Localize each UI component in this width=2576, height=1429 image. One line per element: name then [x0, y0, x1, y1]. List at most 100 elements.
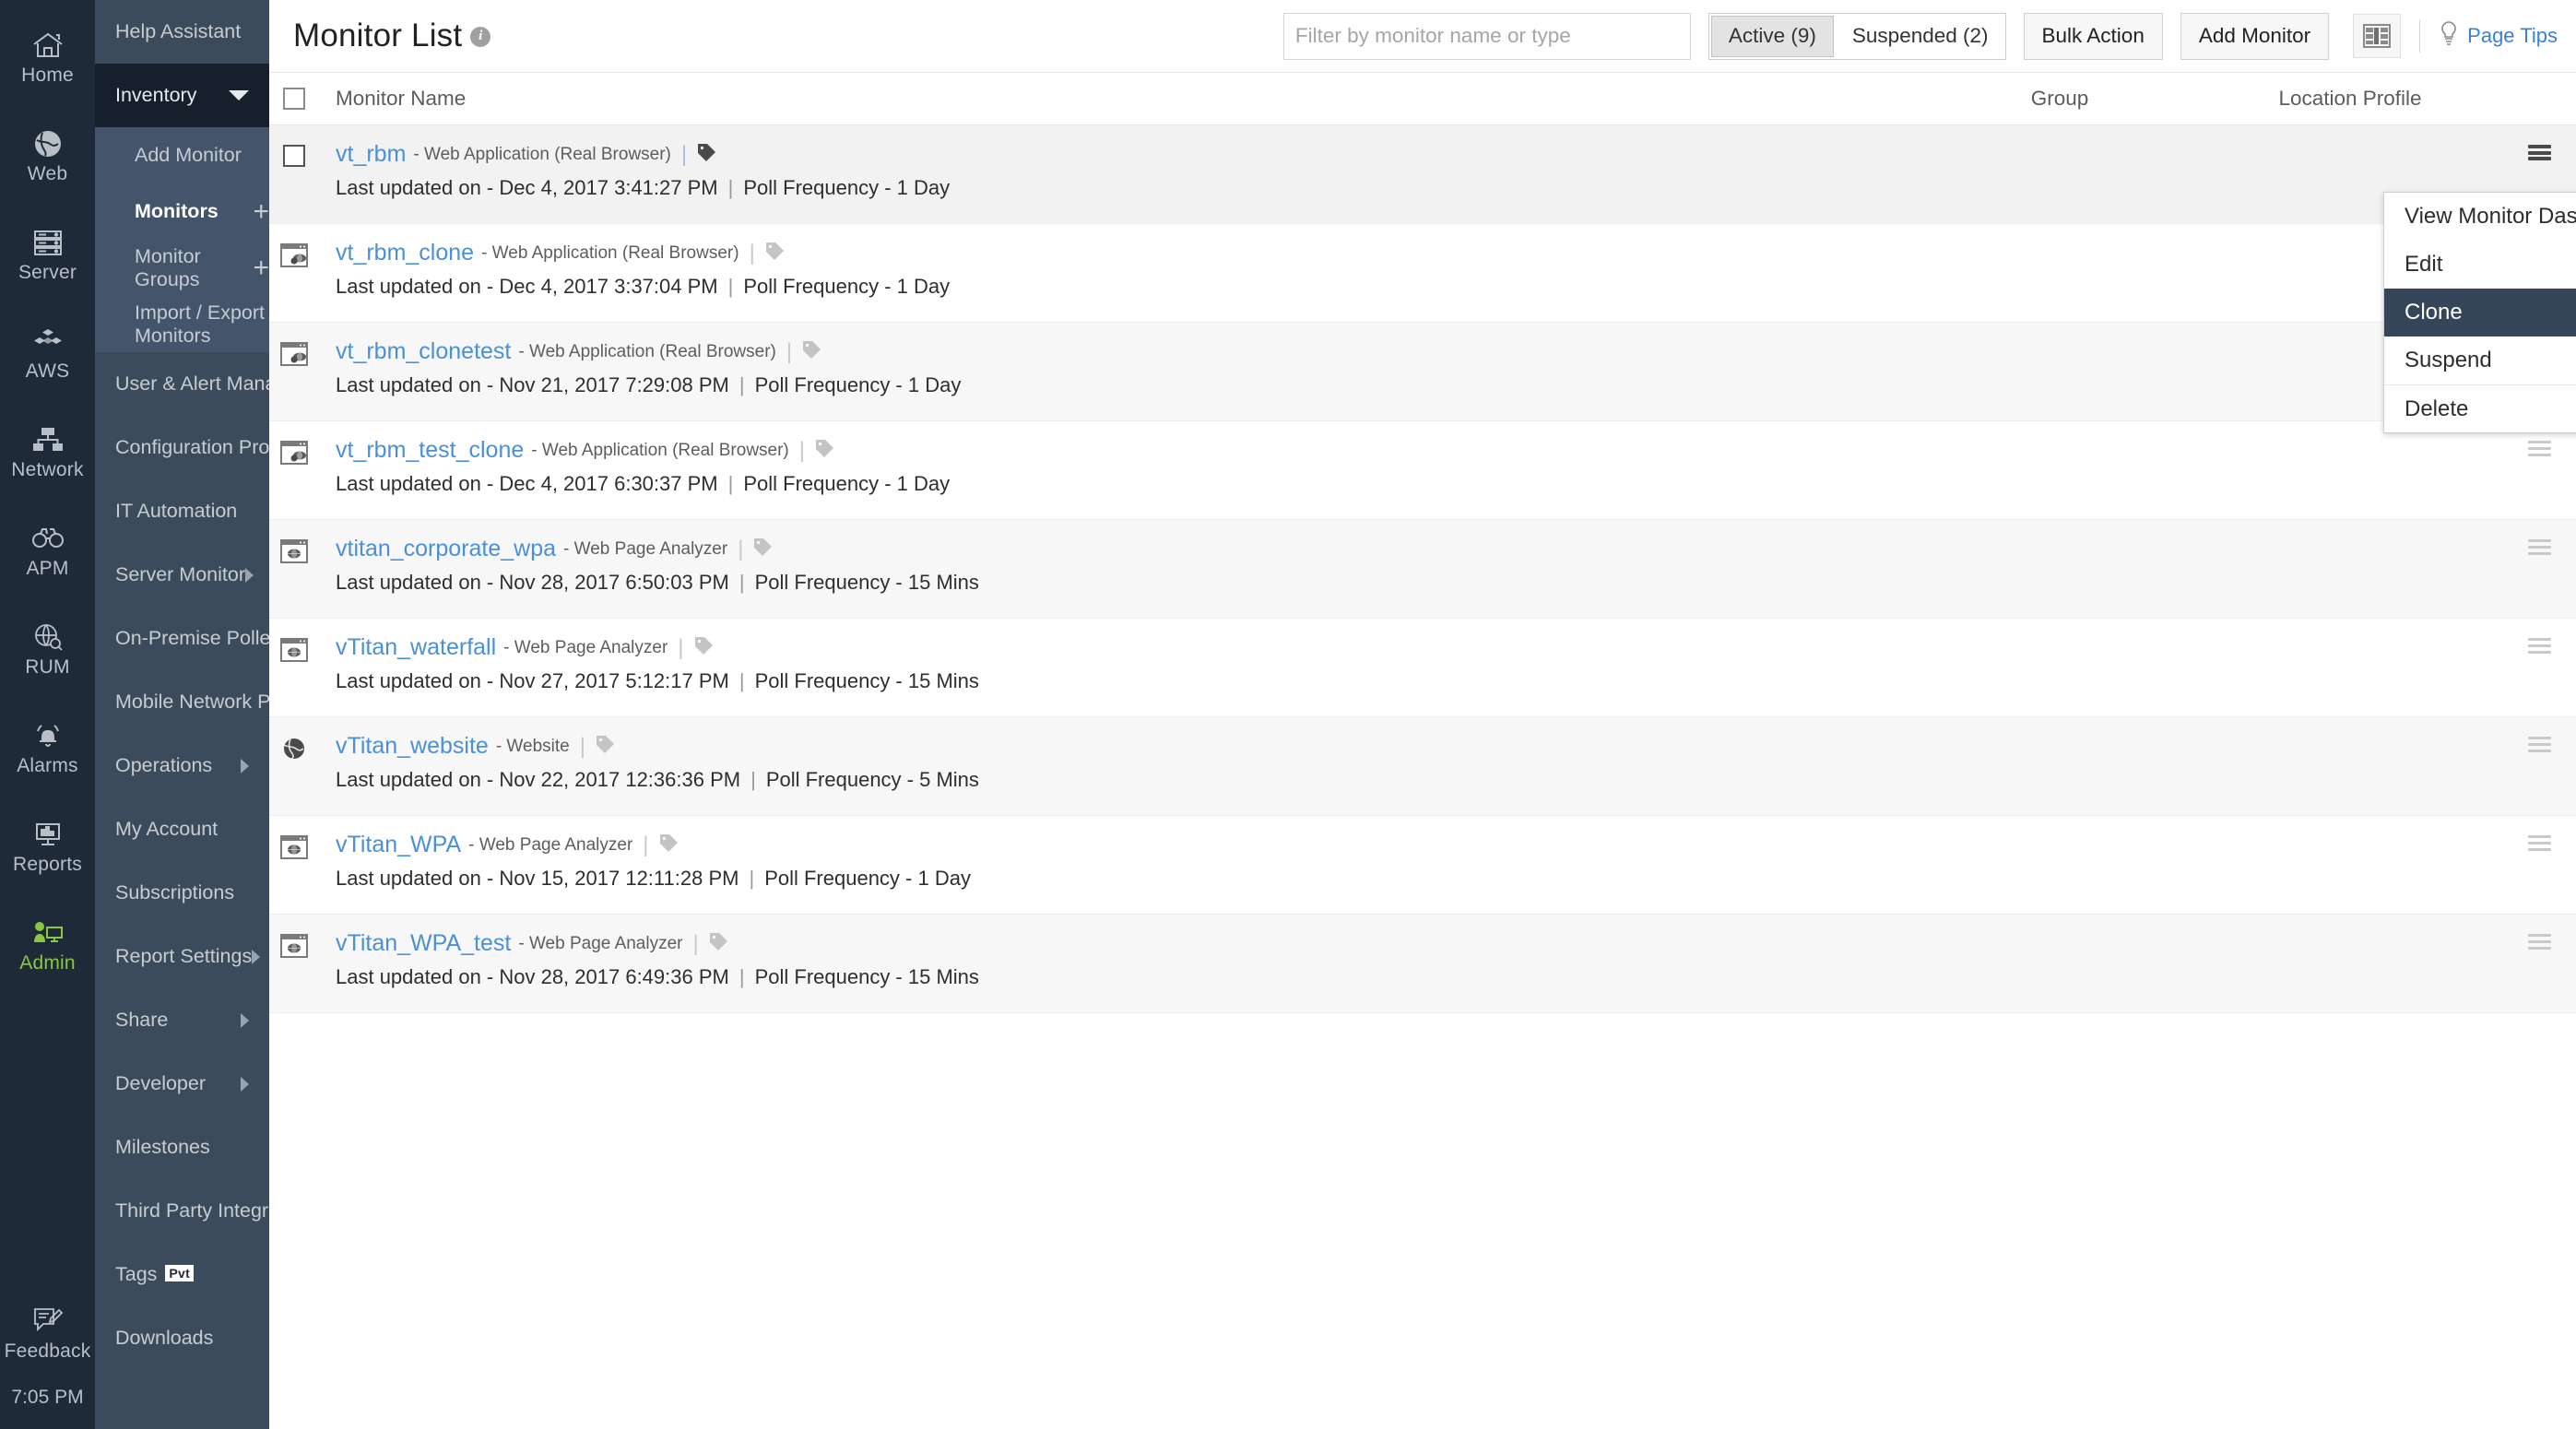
- tag-icon[interactable]: [697, 143, 716, 167]
- tab-suspended[interactable]: Suspended (2): [1836, 14, 2005, 59]
- column-header-group[interactable]: Group: [1921, 87, 2198, 111]
- table-row[interactable]: vt_rbm_clonetest- Web Application (Real …: [269, 323, 2576, 421]
- row-checkbox[interactable]: [269, 437, 318, 465]
- sidebar-item-subscriptions[interactable]: Subscriptions: [95, 861, 269, 925]
- sidebar-item-on-premise-poller[interactable]: On-Premise Poller: [95, 607, 269, 670]
- hamburger-icon[interactable]: [2528, 539, 2551, 555]
- sidebar-item-my-account[interactable]: My Account: [95, 797, 269, 861]
- feedback-button[interactable]: Feedback: [0, 1305, 95, 1387]
- row-actions-menu-button[interactable]: [2502, 634, 2576, 654]
- rail-item-rum[interactable]: RUM: [0, 599, 95, 698]
- hamburger-icon[interactable]: [2528, 835, 2551, 851]
- grid-view-icon[interactable]: [2353, 14, 2401, 58]
- rail-item-aws[interactable]: AWS: [0, 303, 95, 402]
- tag-icon[interactable]: [596, 735, 615, 759]
- rail-item-alarms[interactable]: Alarms: [0, 698, 95, 797]
- page-tips-button[interactable]: Page Tips: [2439, 20, 2558, 52]
- monitor-name-link[interactable]: vTitan_website: [336, 733, 489, 760]
- sidebar-item-developer[interactable]: Developer: [95, 1052, 269, 1116]
- monitor-name-link[interactable]: vTitan_WPA: [336, 832, 461, 858]
- row-checkbox[interactable]: [269, 141, 318, 167]
- sidebar-subitem-import-export-monitors[interactable]: Import / Export Monitors: [95, 296, 269, 352]
- monitor-name-link[interactable]: vt_rbm_clonetest: [336, 338, 511, 365]
- table-row[interactable]: vtitan_corporate_wpa- Web Page Analyzer|…: [269, 520, 2576, 619]
- rail-item-admin[interactable]: Admin: [0, 895, 95, 994]
- tag-icon[interactable]: [694, 636, 714, 660]
- sidebar-item-it-automation[interactable]: IT Automation: [95, 479, 269, 543]
- hamburger-icon[interactable]: [2528, 737, 2551, 752]
- table-row[interactable]: vt_rbm- Web Application (Real Browser)|L…: [269, 125, 2576, 224]
- select-all-checkbox[interactable]: [269, 88, 318, 110]
- tag-icon[interactable]: [753, 537, 773, 561]
- checkbox-icon[interactable]: [283, 145, 305, 167]
- sidebar-item-inventory[interactable]: Inventory: [95, 64, 269, 127]
- column-header-location-profile[interactable]: Location Profile: [2198, 87, 2502, 111]
- bulk-action-button[interactable]: Bulk Action: [2024, 13, 2163, 60]
- row-actions-menu-button[interactable]: [2502, 536, 2576, 555]
- monitor-name-link[interactable]: vTitan_waterfall: [336, 634, 496, 661]
- sidebar-item-downloads[interactable]: Downloads: [95, 1306, 269, 1370]
- sidebar-item-mobile-network-poller[interactable]: Mobile Network Poller: [95, 670, 269, 734]
- row-actions-menu-button[interactable]: [2502, 141, 2576, 160]
- rail-item-reports[interactable]: Reports: [0, 797, 95, 895]
- table-row[interactable]: vt_rbm_clone- Web Application (Real Brow…: [269, 224, 2576, 323]
- context-menu-item-suspend[interactable]: Suspend: [2384, 337, 2576, 384]
- context-menu-item-clone[interactable]: Clone: [2384, 289, 2576, 337]
- monitor-name-link[interactable]: vtitan_corporate_wpa: [336, 536, 556, 562]
- row-checkbox[interactable]: [269, 338, 318, 366]
- sidebar-item-configuration-profiles[interactable]: Configuration Profiles: [95, 416, 269, 479]
- sidebar-item-milestones[interactable]: Milestones: [95, 1116, 269, 1179]
- row-checkbox[interactable]: [269, 240, 318, 267]
- sidebar-item-help-assistant[interactable]: Help Assistant: [95, 0, 269, 64]
- rail-item-server[interactable]: Server: [0, 205, 95, 303]
- column-header-monitor-name[interactable]: Monitor Name: [318, 87, 1921, 111]
- rail-item-apm[interactable]: APM: [0, 501, 95, 599]
- row-checkbox[interactable]: [269, 832, 318, 859]
- sidebar-item-operations[interactable]: Operations: [95, 734, 269, 797]
- row-actions-menu-button[interactable]: [2502, 437, 2576, 456]
- table-row[interactable]: vTitan_WPA_test- Web Page Analyzer|Last …: [269, 915, 2576, 1013]
- sidebar-subitem-monitor-groups[interactable]: Monitor Groups+: [95, 240, 269, 296]
- row-checkbox[interactable]: [269, 930, 318, 958]
- monitor-name-link[interactable]: vTitan_WPA_test: [336, 930, 511, 957]
- rail-item-network[interactable]: Network: [0, 402, 95, 501]
- sidebar-item-server-monitor[interactable]: Server Monitor: [95, 543, 269, 607]
- tab-active[interactable]: Active (9): [1711, 16, 1834, 57]
- search-input[interactable]: [1283, 13, 1691, 60]
- sidebar-subitem-add-monitor[interactable]: Add Monitor: [95, 127, 269, 183]
- table-row[interactable]: vt_rbm_test_clone- Web Application (Real…: [269, 421, 2576, 520]
- row-checkbox[interactable]: [269, 536, 318, 563]
- row-actions-menu-button[interactable]: [2502, 733, 2576, 752]
- hamburger-icon[interactable]: [2528, 638, 2551, 654]
- monitor-name-link[interactable]: vt_rbm_test_clone: [336, 437, 524, 464]
- monitor-name-link[interactable]: vt_rbm: [336, 141, 406, 168]
- table-row[interactable]: vTitan_waterfall- Web Page Analyzer|Last…: [269, 619, 2576, 717]
- sidebar-item-user-alert-management[interactable]: User & Alert Management: [95, 352, 269, 416]
- row-checkbox[interactable]: [269, 733, 318, 761]
- hamburger-icon[interactable]: [2528, 145, 2551, 160]
- add-monitor-button[interactable]: Add Monitor: [2180, 13, 2329, 60]
- context-menu-item-edit[interactable]: Edit: [2384, 241, 2576, 289]
- context-menu-item-view-monitor-dashboard[interactable]: View Monitor Dashboard: [2384, 193, 2576, 241]
- add-icon[interactable]: +: [253, 254, 269, 282]
- sidebar-item-tags[interactable]: TagsPvt: [95, 1243, 269, 1306]
- rail-item-home[interactable]: Home: [0, 7, 95, 106]
- hamburger-icon[interactable]: [2528, 934, 2551, 950]
- monitor-name-link[interactable]: vt_rbm_clone: [336, 240, 474, 266]
- add-icon[interactable]: +: [253, 198, 269, 226]
- tag-icon[interactable]: [815, 439, 834, 463]
- tag-icon[interactable]: [765, 242, 785, 266]
- sidebar-item-report-settings[interactable]: Report Settings: [95, 925, 269, 988]
- hamburger-icon[interactable]: [2528, 441, 2551, 456]
- row-actions-menu-button[interactable]: [2502, 930, 2576, 950]
- tag-icon[interactable]: [659, 833, 679, 857]
- info-icon[interactable]: i: [470, 27, 490, 47]
- sidebar-item-share[interactable]: Share: [95, 988, 269, 1052]
- sidebar-subitem-monitors[interactable]: Monitors+: [95, 183, 269, 240]
- row-actions-menu-button[interactable]: [2502, 832, 2576, 851]
- tag-icon[interactable]: [802, 340, 821, 364]
- sidebar-item-third-party-integration[interactable]: Third Party Integration: [95, 1179, 269, 1243]
- rail-item-web[interactable]: Web: [0, 106, 95, 205]
- tag-icon[interactable]: [709, 932, 728, 956]
- row-checkbox[interactable]: [269, 634, 318, 662]
